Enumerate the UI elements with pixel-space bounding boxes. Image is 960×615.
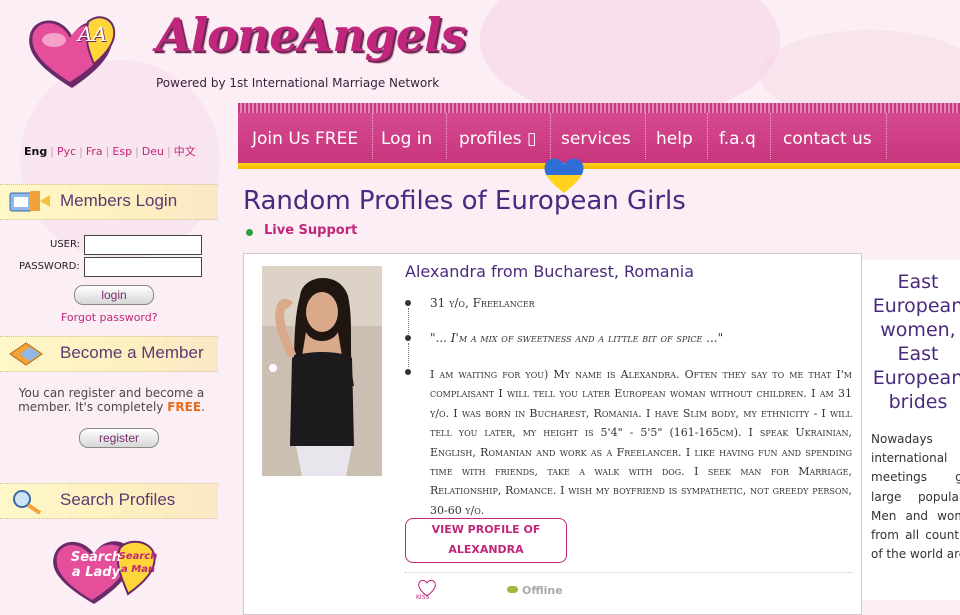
register-description: You can register and become a member. It… — [14, 386, 209, 414]
nav-help[interactable]: help — [642, 113, 708, 159]
search-profiles-header: Search Profiles — [0, 483, 218, 519]
free-label: FREE — [167, 400, 202, 414]
members-login-header: Members Login — [0, 184, 218, 220]
nav-faq[interactable]: f.a.q — [705, 113, 771, 159]
search-profiles-title: Search Profiles — [60, 490, 176, 509]
membership-card-icon — [9, 342, 43, 366]
language-link[interactable]: Deu — [142, 145, 164, 158]
profile-photo[interactable] — [262, 266, 382, 476]
right-info-column: East European women, East European bride… — [862, 260, 960, 600]
register-text-end: . — [201, 400, 205, 414]
search-lady-label: Search a Lady — [70, 550, 122, 580]
search-man-label: Search a Man — [118, 551, 158, 575]
status-badge: Offline — [507, 584, 563, 597]
language-link[interactable]: 中文 — [174, 145, 196, 158]
timeline-line — [408, 308, 409, 334]
register-button[interactable]: register — [79, 428, 159, 448]
timeline-line — [408, 343, 409, 367]
status-icon — [507, 586, 518, 593]
members-login-title: Members Login — [60, 191, 178, 210]
status-text: Offline — [522, 584, 563, 597]
timeline-dot — [405, 335, 411, 341]
nav-services[interactable]: services — [547, 113, 646, 159]
become-member-title: Become a Member — [60, 343, 204, 362]
nav-login[interactable]: Log in — [367, 113, 448, 159]
language-link[interactable]: Рус — [57, 145, 76, 158]
site-logo[interactable]: AA AloneAngels Powered by 1st Internatio… — [22, 6, 466, 98]
language-current[interactable]: Eng — [24, 145, 47, 158]
nav-join-free[interactable]: Join Us FREE — [238, 113, 374, 159]
nav-profiles[interactable]: profiles ▯ — [445, 113, 552, 159]
search-badge[interactable]: Search a Lady Search a Man — [50, 534, 162, 604]
language-link[interactable]: Fra — [86, 145, 103, 158]
profile-name-link[interactable]: Alexandra from Bucharest, Romania — [405, 262, 694, 281]
right-column-title: East European women, East European bride… — [872, 271, 960, 413]
nav-top-stripe — [238, 103, 960, 113]
password-label: PASSWORD: — [19, 261, 80, 272]
lock-computer-icon — [9, 191, 50, 212]
forgot-password-link[interactable]: Forgot password? — [61, 311, 158, 324]
logo-monogram: AA — [78, 22, 107, 46]
user-label: USER: — [50, 239, 80, 250]
profile-age-occupation: 31 y/o, Freelancer — [430, 296, 535, 310]
user-input[interactable] — [84, 235, 202, 255]
profile-bio: I am waiting for you) My name is Alexand… — [430, 368, 852, 517]
become-member-header: Become a Member — [0, 336, 218, 372]
language-link[interactable]: Esp — [112, 145, 132, 158]
logo-tagline: Powered by 1st International Marriage Ne… — [156, 76, 440, 90]
divider — [405, 572, 853, 573]
page-title: Random Profiles of European Girls — [243, 186, 686, 216]
right-column-text: Nowadays international meetings gain lar… — [871, 432, 960, 562]
nav-contact-us[interactable]: contact us — [769, 113, 887, 159]
magnifier-icon — [13, 490, 42, 515]
language-switcher: Eng | Рус | Fra | Esp | Deu | 中文 — [24, 145, 196, 158]
nav-bottom-stripe — [238, 163, 960, 169]
background-decoration — [480, 0, 780, 120]
timeline-dot — [405, 369, 411, 375]
online-dot-icon — [246, 229, 253, 236]
logo-wordmark: AloneAngels — [156, 8, 466, 62]
view-profile-button[interactable]: VIEW PROFILE OF ALEXANDRA — [405, 518, 567, 563]
live-support-link[interactable]: Live Support — [264, 223, 357, 238]
login-button[interactable]: login — [74, 285, 154, 305]
timeline-dot — [405, 300, 411, 306]
profile-quote: "... I'm a mix of sweetness and a little… — [430, 331, 724, 345]
main-nav: Join Us FREE Log in profiles ▯ services … — [238, 113, 960, 163]
password-input[interactable] — [84, 257, 202, 277]
